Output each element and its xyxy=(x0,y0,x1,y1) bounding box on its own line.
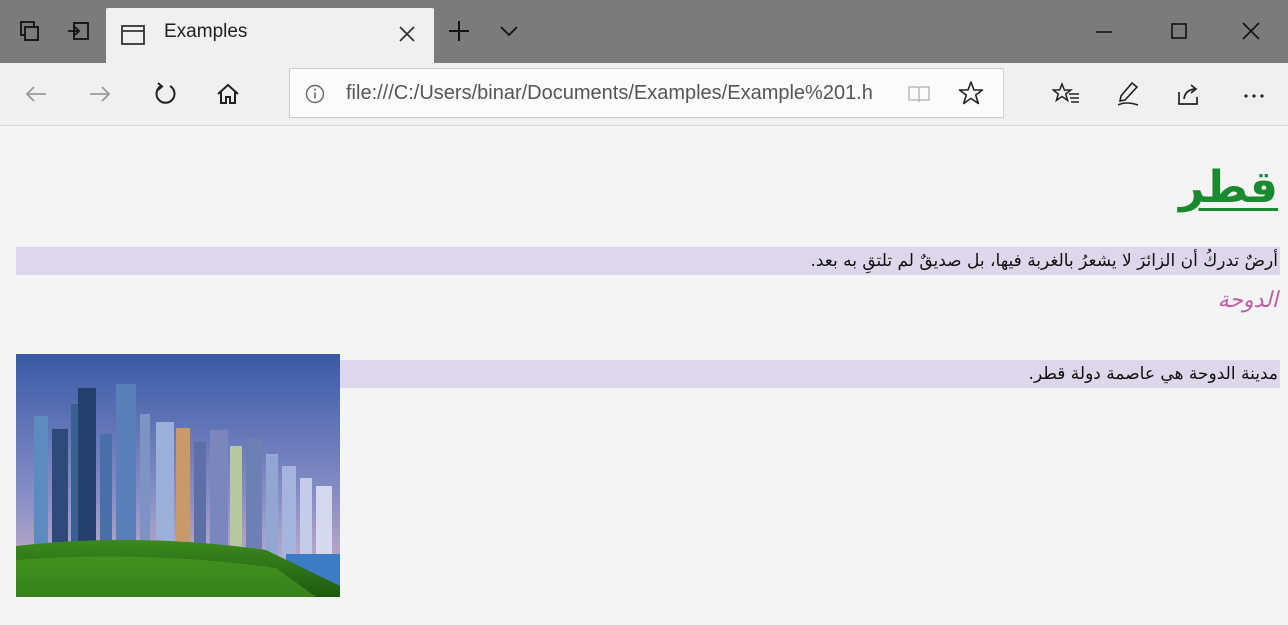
share-icon[interactable] xyxy=(1175,80,1203,108)
tab-actions-icon[interactable] xyxy=(16,18,42,44)
city-subheading: الدوحة xyxy=(1217,288,1278,313)
favorite-star-icon[interactable] xyxy=(958,80,984,106)
close-window-icon[interactable] xyxy=(1240,20,1262,42)
back-icon[interactable] xyxy=(22,80,50,108)
tab-list-icon[interactable] xyxy=(498,22,520,40)
intro-paragraph: أرضٌ تدركُ أن الزائرَ لا يشعرُ بالغربة ف… xyxy=(16,247,1280,275)
doha-paragraph: مدينة الدوحة هي عاصمة دولة قطر. xyxy=(340,360,1280,388)
tab-examples[interactable]: Examples xyxy=(106,8,434,63)
page-content: قطر أرضٌ تدركُ أن الزائرَ لا يشعرُ بالغر… xyxy=(0,126,1288,625)
tab-strip: Examples xyxy=(0,0,1288,63)
close-tab-icon[interactable] xyxy=(396,23,418,45)
tab-title: Examples xyxy=(164,21,248,42)
reading-view-icon[interactable] xyxy=(907,83,931,105)
info-icon[interactable] xyxy=(304,83,326,105)
address-bar[interactable]: file:///C:/Users/binar/Documents/Example… xyxy=(289,68,1004,118)
doha-skyline-image xyxy=(16,354,340,597)
browser-window: Examples file:///C:/Users/binar/Document… xyxy=(0,0,1288,625)
page-heading: قطر xyxy=(1178,162,1278,213)
refresh-icon[interactable] xyxy=(152,80,180,108)
set-aside-tabs-icon[interactable] xyxy=(66,18,92,44)
new-tab-icon[interactable] xyxy=(447,19,471,43)
more-icon[interactable] xyxy=(1240,80,1268,108)
web-note-icon[interactable] xyxy=(1114,80,1142,108)
favorites-hub-icon[interactable] xyxy=(1052,80,1080,108)
navigation-bar: file:///C:/Users/binar/Documents/Example… xyxy=(0,63,1288,126)
url-text[interactable]: file:///C:/Users/binar/Documents/Example… xyxy=(346,82,886,105)
tab-page-icon xyxy=(121,25,145,45)
forward-icon[interactable] xyxy=(86,80,114,108)
maximize-icon[interactable] xyxy=(1168,20,1190,42)
minimize-icon[interactable] xyxy=(1093,20,1115,42)
home-icon[interactable] xyxy=(214,80,242,108)
